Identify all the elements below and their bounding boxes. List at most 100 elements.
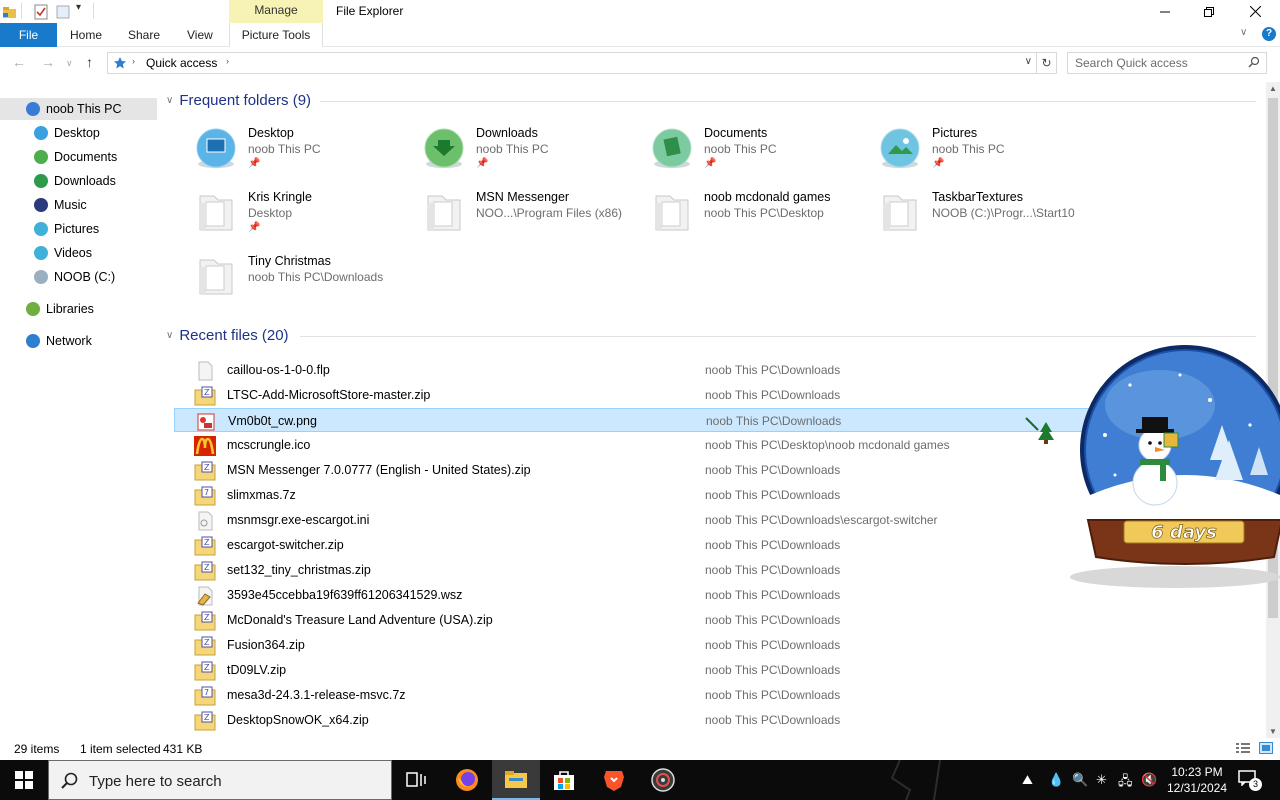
- frequent-folder-documents[interactable]: Documents noob This PC 📌: [650, 126, 870, 186]
- nav-item-desktop[interactable]: Desktop: [0, 122, 157, 144]
- search-input[interactable]: Search Quick access: [1067, 52, 1267, 74]
- minimize-button[interactable]: [1142, 0, 1188, 23]
- desktop-icon: [196, 128, 236, 168]
- taskbar-brave[interactable]: [590, 760, 638, 800]
- tray-search-app-icon[interactable]: 🔍: [1072, 772, 1088, 788]
- file-location: noob This PC\Downloads: [705, 688, 841, 702]
- restore-button[interactable]: [1186, 0, 1232, 23]
- scroll-down-arrow-icon[interactable]: ▼: [1269, 727, 1277, 736]
- manage-context-tab[interactable]: Manage: [229, 0, 323, 23]
- taskbar-file-explorer[interactable]: [492, 760, 540, 800]
- tray-network-people-icon[interactable]: ⛰: [1022, 772, 1033, 788]
- up-arrow-icon[interactable]: ↑: [86, 54, 93, 70]
- frequent-folder-tiny-christmas[interactable]: Tiny Christmas noob This PC\Downloads: [194, 254, 414, 314]
- recent-file-row[interactable]: caillou-os-1-0-0.flp noob This PC\Downlo…: [174, 358, 1174, 382]
- tray-drop-icon[interactable]: 💧: [1048, 772, 1064, 788]
- large-icons-view-icon[interactable]: [1259, 742, 1273, 754]
- task-view-button[interactable]: [392, 760, 440, 800]
- back-arrow-icon[interactable]: ←: [12, 54, 26, 70]
- scroll-up-arrow-icon[interactable]: ▲: [1269, 84, 1277, 93]
- frequent-folder-msn-messenger[interactable]: MSN Messenger NOO...\Program Files (x86): [422, 190, 642, 250]
- selection-count: 1 item selected: [80, 742, 161, 756]
- recent-file-row[interactable]: Z Fusion364.zip noob This PC\Downloads: [174, 633, 1174, 657]
- collapse-chevron-icon[interactable]: ∨: [166, 95, 173, 106]
- recent-file-row[interactable]: Z DesktopSnowOK_x64.zip noob This PC\Dow…: [174, 708, 1174, 732]
- tab-picture-tools[interactable]: Picture Tools: [229, 23, 323, 47]
- frequent-folder-desktop[interactable]: Desktop noob This PC 📌: [194, 126, 414, 186]
- nav-item-this-pc[interactable]: noob This PC: [0, 98, 157, 120]
- notification-count-badge: 3: [1249, 778, 1262, 791]
- nav-item-videos[interactable]: Videos: [0, 242, 157, 264]
- folder-icon: [199, 259, 233, 295]
- address-dropdown-chevron-icon[interactable]: ∨: [1025, 56, 1032, 67]
- recent-file-row[interactable]: Z escargot-switcher.zip noob This PC\Dow…: [174, 533, 1174, 557]
- network-icon: [26, 334, 40, 348]
- navigation-bar: ← → ∨ ↑ › Quick access › ∨ ↻ Search Quic…: [0, 48, 1280, 80]
- tab-share[interactable]: Share: [128, 23, 160, 47]
- recent-file-row[interactable]: 7 slimxmas.7z noob This PC\Downloads: [174, 483, 1174, 507]
- nav-item-downloads[interactable]: Downloads: [0, 170, 157, 192]
- pin-icon: 📌: [476, 158, 489, 169]
- taskbar-media-app[interactable]: [639, 760, 687, 800]
- frequent-folders-header[interactable]: ∨ Frequent folders (9): [166, 92, 311, 109]
- action-center-button[interactable]: 3: [1238, 770, 1262, 791]
- recent-file-row[interactable]: Z MSN Messenger 7.0.0777 (English - Unit…: [174, 458, 1174, 482]
- recent-file-row[interactable]: Z McDonald's Treasure Land Adventure (US…: [174, 608, 1174, 632]
- breadcrumb-separator-icon[interactable]: ›: [132, 56, 135, 66]
- breadcrumb-quick-access[interactable]: Quick access: [146, 56, 217, 70]
- svg-text:7: 7: [204, 688, 209, 697]
- taskbar-microsoft-store[interactable]: [540, 760, 588, 800]
- zip-file-icon: Z: [194, 636, 216, 656]
- forward-arrow-icon[interactable]: →: [41, 54, 55, 70]
- taskbar-firefox[interactable]: [443, 760, 491, 800]
- tray-network-icon[interactable]: 🖧: [1118, 772, 1133, 794]
- nav-item-documents[interactable]: Documents: [0, 146, 157, 168]
- close-button[interactable]: [1232, 0, 1278, 23]
- expand-ribbon-chevron-icon[interactable]: ∨: [1240, 27, 1247, 38]
- tray-volume-muted-icon[interactable]: 🔇: [1141, 772, 1157, 788]
- recent-file-row[interactable]: Z LTSC-Add-MicrosoftStore-master.zip noo…: [174, 383, 1174, 407]
- taskbar-clock[interactable]: 10:23 PM 12/31/2024: [1160, 764, 1234, 796]
- tab-home[interactable]: Home: [70, 23, 102, 47]
- start-button[interactable]: [0, 760, 48, 800]
- collapse-chevron-icon[interactable]: ∨: [166, 330, 173, 341]
- address-bar[interactable]: › Quick access › ∨: [107, 52, 1037, 74]
- taskbar-search-input[interactable]: Type here to search: [48, 760, 392, 800]
- file-location: noob This PC\Downloads: [706, 414, 842, 428]
- breadcrumb-separator-icon[interactable]: ›: [226, 56, 229, 66]
- snow-globe-countdown-gadget[interactable]: 6 days: [1060, 345, 1280, 590]
- nav-item-noob-c[interactable]: NOOB (C:): [0, 266, 157, 288]
- tray-snowflake-icon[interactable]: ✳: [1096, 772, 1107, 788]
- recent-file-row[interactable]: 3593e45ccebba19f639ff61206341529.wsz noo…: [174, 583, 1174, 607]
- nav-item-libraries[interactable]: Libraries: [0, 298, 157, 320]
- frequent-folder-kris-kringle[interactable]: Kris Kringle Desktop 📌: [194, 190, 414, 250]
- recent-locations-chevron-icon[interactable]: ∨: [66, 58, 73, 69]
- nav-item-network[interactable]: Network: [0, 330, 157, 352]
- details-view-icon[interactable]: [1236, 742, 1250, 754]
- folder-icon[interactable]: [2, 4, 18, 20]
- recent-file-row[interactable]: Z set132_tiny_christmas.zip noob This PC…: [174, 558, 1174, 582]
- desktop-map-background: [890, 760, 941, 800]
- help-icon[interactable]: ?: [1262, 27, 1276, 41]
- properties-icon[interactable]: [33, 4, 49, 20]
- frequent-folder-noob-mcdonald-games[interactable]: noob mcdonald games noob This PC\Desktop: [650, 190, 870, 250]
- recent-file-row[interactable]: Z tD09LV.zip noob This PC\Downloads: [174, 658, 1174, 682]
- svg-text:Z: Z: [204, 663, 210, 672]
- tab-view[interactable]: View: [187, 23, 213, 47]
- recent-file-row[interactable]: msnmsgr.exe-escargot.ini noob This PC\Do…: [174, 508, 1174, 532]
- frequent-folder-downloads[interactable]: Downloads noob This PC 📌: [422, 126, 642, 186]
- recent-file-row[interactable]: 7 mesa3d-24.3.1-release-msvc.7z noob Thi…: [174, 683, 1174, 707]
- frequent-folder-pictures[interactable]: Pictures noob This PC 📌: [878, 126, 1098, 186]
- file-location: noob This PC\Downloads\escargot-switcher: [705, 513, 938, 527]
- new-folder-icon[interactable]: [55, 4, 71, 20]
- nav-item-music[interactable]: Music: [0, 194, 157, 216]
- tab-file[interactable]: File: [0, 23, 57, 47]
- folder-name: TaskbarTextures: [932, 190, 1024, 204]
- nav-item-pictures[interactable]: Pictures: [0, 218, 157, 240]
- zip-file-icon: Z: [194, 611, 216, 631]
- frequent-folder-taskbartextures[interactable]: TaskbarTextures NOOB (C:)\Progr...\Start…: [878, 190, 1098, 250]
- customize-qat-chevron-icon[interactable]: ▾: [76, 2, 92, 18]
- recent-files-header[interactable]: ∨ Recent files (20): [166, 327, 289, 344]
- refresh-icon[interactable]: ↻: [1037, 52, 1057, 74]
- file-name: tD09LV.zip: [227, 663, 287, 677]
